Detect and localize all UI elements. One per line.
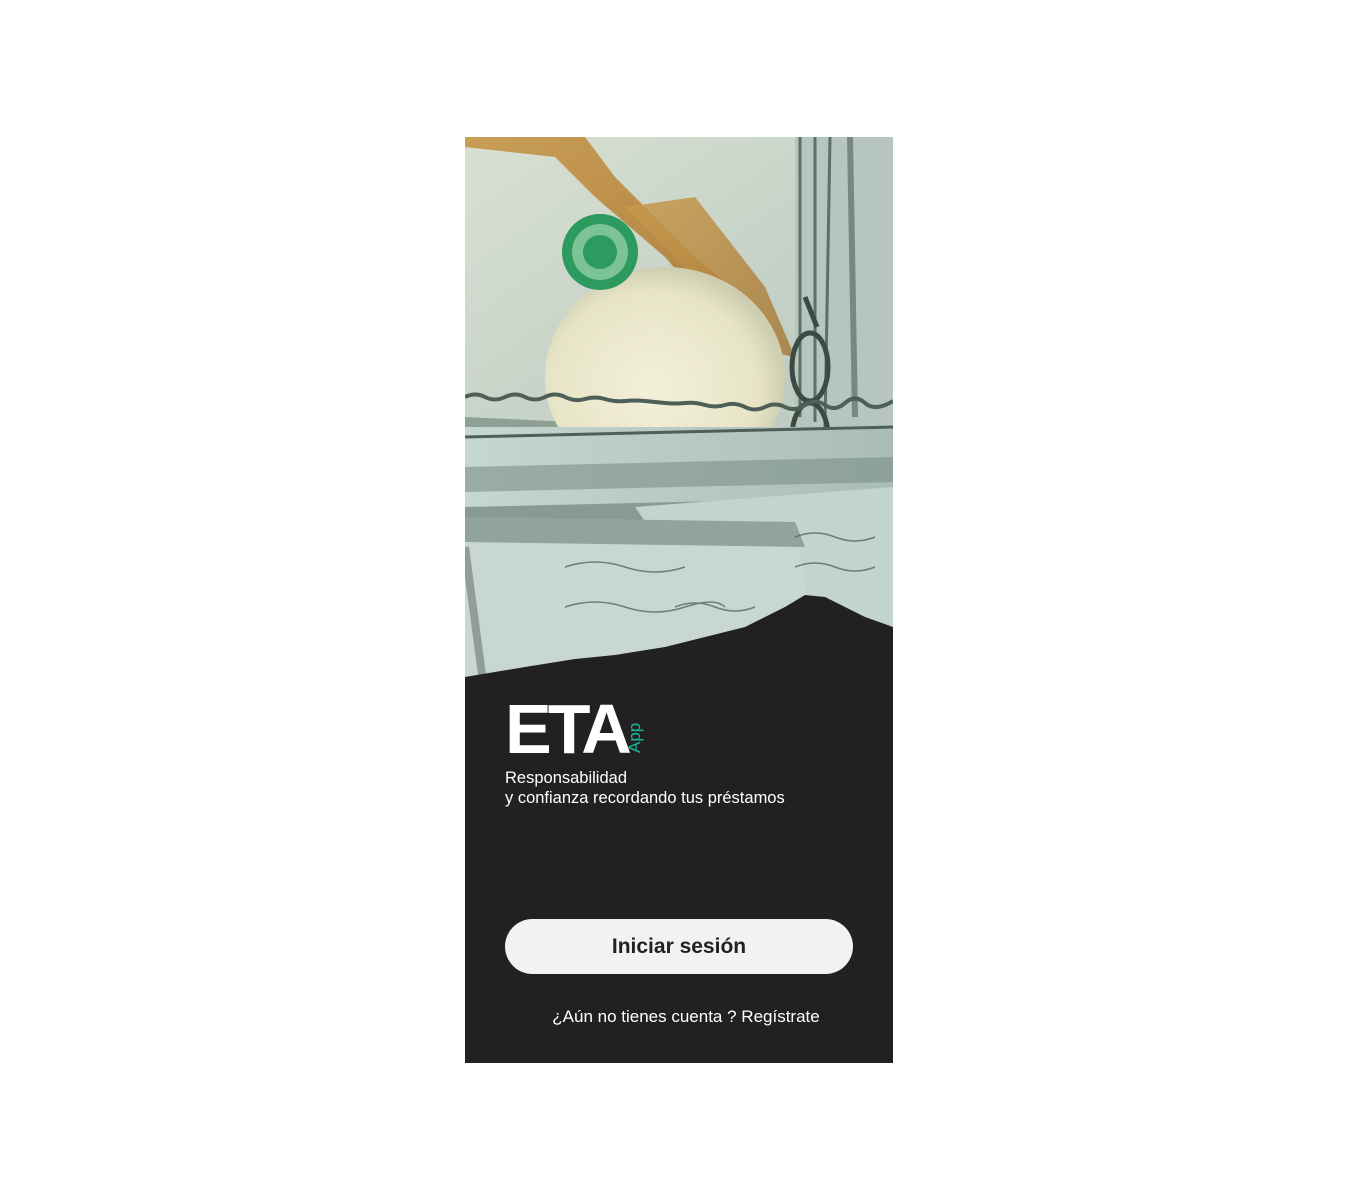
welcome-screen: ETA App Responsabilidad y confianza reco… [465,137,893,1063]
tagline-line-2: y confianza recordando tus préstamos [505,789,785,807]
register-link[interactable]: Regístrate [741,1007,819,1026]
tagline: Responsabilidad y confianza recordando t… [505,768,785,808]
tagline-line-1: Responsabilidad [505,769,628,787]
login-button[interactable]: Iniciar sesión [505,919,853,974]
register-prompt: ¿Aún no tienes cuenta ? Regístrate [465,1007,893,1027]
logo-app-badge: App [625,722,644,753]
register-prompt-text: ¿Aún no tienes cuenta ? [552,1007,737,1026]
logo-wordmark: ETA [505,690,632,768]
hero-image [465,137,893,697]
